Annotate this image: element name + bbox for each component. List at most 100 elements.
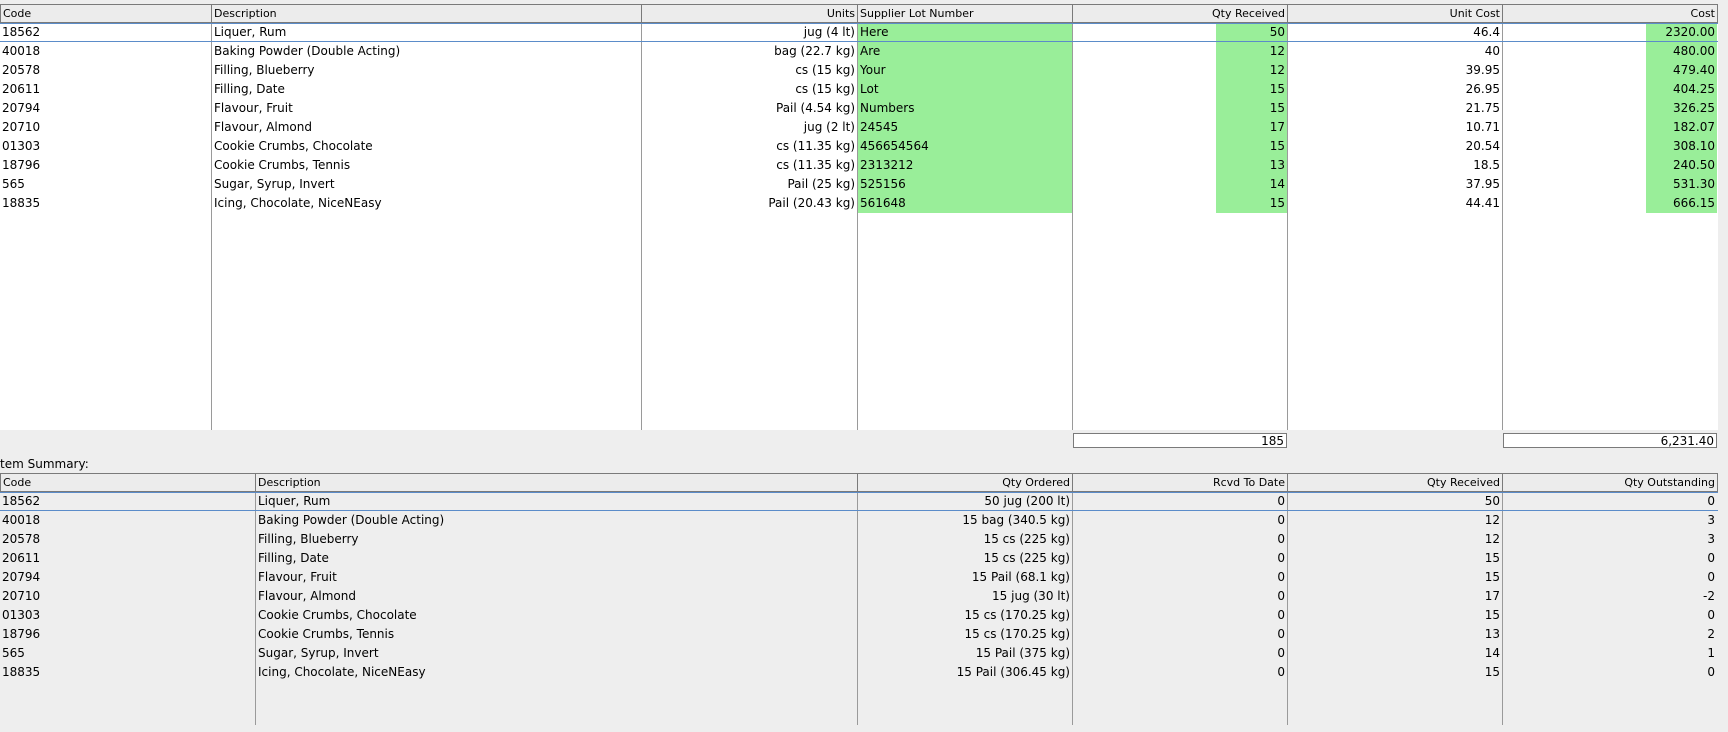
col-header-cost[interactable]: Cost <box>1503 5 1718 22</box>
sum-col-header-qty-received[interactable]: Qty Received <box>1288 474 1503 491</box>
cell-supplier-lot[interactable]: Your <box>858 61 1072 80</box>
summary-row[interactable]: 20578 Filling, Blueberry 15 cs (225 kg) 0 12… <box>0 530 1718 549</box>
summary-row[interactable]: 18796 Cookie Crumbs, Tennis 15 cs (170.25 … <box>0 625 1718 644</box>
cell-code: 20578 <box>2 63 41 77</box>
sum-col-header-description[interactable]: Description <box>256 474 858 491</box>
summary-row[interactable]: 18835 Icing, Chocolate, NiceNEasy 15 Pail … <box>0 663 1718 682</box>
cell-description: Baking Powder (Double Acting) <box>214 44 401 58</box>
sum-col-header-code[interactable]: Code <box>0 474 256 491</box>
sum-cell-rcvd-to-date: 0 <box>1277 627 1285 641</box>
col-header-description[interactable]: Description <box>212 5 642 22</box>
cell-qty-received: 14 <box>1216 175 1287 194</box>
sum-cell-description: Icing, Chocolate, NiceNEasy <box>258 665 426 679</box>
summary-table: Code Description Qty Ordered Rcvd To Dat… <box>0 473 1718 725</box>
cell-unit-cost: 39.95 <box>1465 63 1500 77</box>
table-row[interactable]: 20611 Filling, Date cs (15 kg) Lot 15 26.95 40… <box>0 80 1718 99</box>
sum-cell-qty-outstanding: 3 <box>1707 513 1715 527</box>
sum-cell-qty-received: 50 <box>1484 494 1500 508</box>
summary-row[interactable]: 20710 Flavour, Almond 15 jug (30 lt) 0 17 -2 <box>0 587 1718 606</box>
sum-cell-qty-received: 13 <box>1484 627 1500 641</box>
cell-supplier-lot[interactable]: 525156 <box>858 175 1072 194</box>
cell-units: Pail (4.54 kg) <box>776 101 855 115</box>
summary-row[interactable]: 40018 Baking Powder (Double Acting) 15 bag… <box>0 511 1718 530</box>
sum-cell-qty-ordered: 15 Pail (68.1 kg) <box>971 570 1070 584</box>
sum-cell-code: 01303 <box>2 608 41 622</box>
cell-code: 20794 <box>2 101 41 115</box>
sum-cell-qty-ordered: 15 bag (340.5 kg) <box>962 513 1070 527</box>
sum-col-header-qty-ordered[interactable]: Qty Ordered <box>858 474 1073 491</box>
sum-cell-qty-received: 15 <box>1484 570 1500 584</box>
total-qty-received: 185 <box>1073 433 1287 448</box>
sum-cell-qty-outstanding: 1 <box>1707 646 1715 660</box>
cell-units: jug (4 lt) <box>803 25 855 39</box>
col-header-units[interactable]: Units <box>642 5 858 22</box>
table-row[interactable]: 20578 Filling, Blueberry cs (15 kg) Your 12 3… <box>0 61 1718 80</box>
summary-row[interactable]: 20611 Filling, Date 15 cs (225 kg) 0 15 0 <box>0 549 1718 568</box>
cell-supplier-lot[interactable]: 2313212 <box>858 156 1072 175</box>
summary-row[interactable]: 01303 Cookie Crumbs, Chocolate 15 cs (170.… <box>0 606 1718 625</box>
sum-cell-code: 565 <box>2 646 25 660</box>
sum-cell-description: Flavour, Almond <box>258 589 356 603</box>
cell-qty-received: 50 <box>1216 24 1287 41</box>
cell-supplier-lot[interactable]: Lot <box>858 80 1072 99</box>
sum-cell-description: Baking Powder (Double Acting) <box>258 513 445 527</box>
cell-description: Cookie Crumbs, Tennis <box>214 158 351 172</box>
cell-description: Flavour, Fruit <box>214 101 293 115</box>
col-header-qty-received[interactable]: Qty Received <box>1073 5 1288 22</box>
cell-unit-cost: 20.54 <box>1465 139 1500 153</box>
summary-row[interactable]: 565 Sugar, Syrup, Invert 15 Pail (375 kg) 0… <box>0 644 1718 663</box>
sum-cell-rcvd-to-date: 0 <box>1277 665 1285 679</box>
table-row[interactable]: 40018 Baking Powder (Double Acting) bag (2… <box>0 42 1718 61</box>
cell-unit-cost: 37.95 <box>1465 177 1500 191</box>
receiving-table-header: Code Description Units Supplier Lot Numb… <box>0 4 1718 23</box>
col-header-unit-cost[interactable]: Unit Cost <box>1288 5 1503 22</box>
cell-qty-received: 15 <box>1216 137 1287 156</box>
table-row[interactable]: 20794 Flavour, Fruit Pail (4.54 kg) Numbers… <box>0 99 1718 118</box>
cell-description: Liquer, Rum <box>214 25 287 39</box>
cell-unit-cost: 18.5 <box>1473 158 1500 172</box>
sum-col-header-rcvd-to-date[interactable]: Rcvd To Date <box>1073 474 1288 491</box>
cell-cost: 182.07 <box>1646 118 1717 137</box>
table-row[interactable]: 20710 Flavour, Almond jug (2 lt) 24545 17 10.… <box>0 118 1718 137</box>
sum-cell-qty-outstanding: 0 <box>1707 551 1715 565</box>
cell-supplier-lot[interactable]: Here <box>858 24 1072 41</box>
cell-supplier-lot[interactable]: 456654564 <box>858 137 1072 156</box>
cell-code: 01303 <box>2 139 41 153</box>
cell-supplier-lot[interactable]: Are <box>858 42 1072 61</box>
cell-supplier-lot[interactable]: 24545 <box>858 118 1072 137</box>
cell-cost: 479.40 <box>1646 61 1717 80</box>
cell-code: 18562 <box>2 25 41 39</box>
sum-cell-qty-ordered: 15 cs (225 kg) <box>983 532 1070 546</box>
sum-cell-code: 20578 <box>2 532 41 546</box>
summary-row[interactable]: 18562 Liquer, Rum 50 jug (200 lt) 0 50 0 <box>0 492 1718 511</box>
cell-supplier-lot[interactable]: 561648 <box>858 194 1072 213</box>
sum-col-header-qty-outstanding[interactable]: Qty Outstanding <box>1503 474 1718 491</box>
sum-cell-qty-outstanding: 0 <box>1707 608 1715 622</box>
sum-cell-code: 18562 <box>2 494 41 508</box>
sum-cell-qty-outstanding: 3 <box>1707 532 1715 546</box>
summary-table-header: Code Description Qty Ordered Rcvd To Dat… <box>0 473 1718 492</box>
cell-qty-received: 13 <box>1216 156 1287 175</box>
summary-row[interactable]: 20794 Flavour, Fruit 15 Pail (68.1 kg) 0 15 0 <box>0 568 1718 587</box>
summary-table-body: 18562 Liquer, Rum 50 jug (200 lt) 0 50 0 40018… <box>0 492 1718 725</box>
cell-supplier-lot[interactable]: Numbers <box>858 99 1072 118</box>
table-row[interactable]: 01303 Cookie Crumbs, Chocolate cs (11.35 k… <box>0 137 1718 156</box>
sum-cell-qty-received: 15 <box>1484 608 1500 622</box>
item-summary-label: tem Summary: <box>0 457 89 471</box>
cell-code: 18835 <box>2 196 41 210</box>
cell-qty-received: 12 <box>1216 61 1287 80</box>
col-header-code[interactable]: Code <box>0 5 212 22</box>
col-header-supplier-lot[interactable]: Supplier Lot Number <box>858 5 1073 22</box>
cell-unit-cost: 21.75 <box>1465 101 1500 115</box>
sum-cell-qty-ordered: 15 jug (30 lt) <box>992 589 1070 603</box>
table-row[interactable]: 565 Sugar, Syrup, Invert Pail (25 kg) 52515… <box>0 175 1718 194</box>
table-row[interactable]: 18562 Liquer, Rum jug (4 lt) Here 50 46.4 2320… <box>0 23 1718 42</box>
table-row[interactable]: 18835 Icing, Chocolate, NiceNEasy Pail (20… <box>0 194 1718 213</box>
cell-cost: 404.25 <box>1646 80 1717 99</box>
cell-units: cs (11.35 kg) <box>776 158 855 172</box>
sum-cell-rcvd-to-date: 0 <box>1277 589 1285 603</box>
sum-cell-qty-ordered: 15 cs (170.25 kg) <box>964 627 1070 641</box>
table-row[interactable]: 18796 Cookie Crumbs, Tennis cs (11.35 kg) 2… <box>0 156 1718 175</box>
sum-cell-description: Flavour, Fruit <box>258 570 337 584</box>
cell-qty-received: 15 <box>1216 194 1287 213</box>
